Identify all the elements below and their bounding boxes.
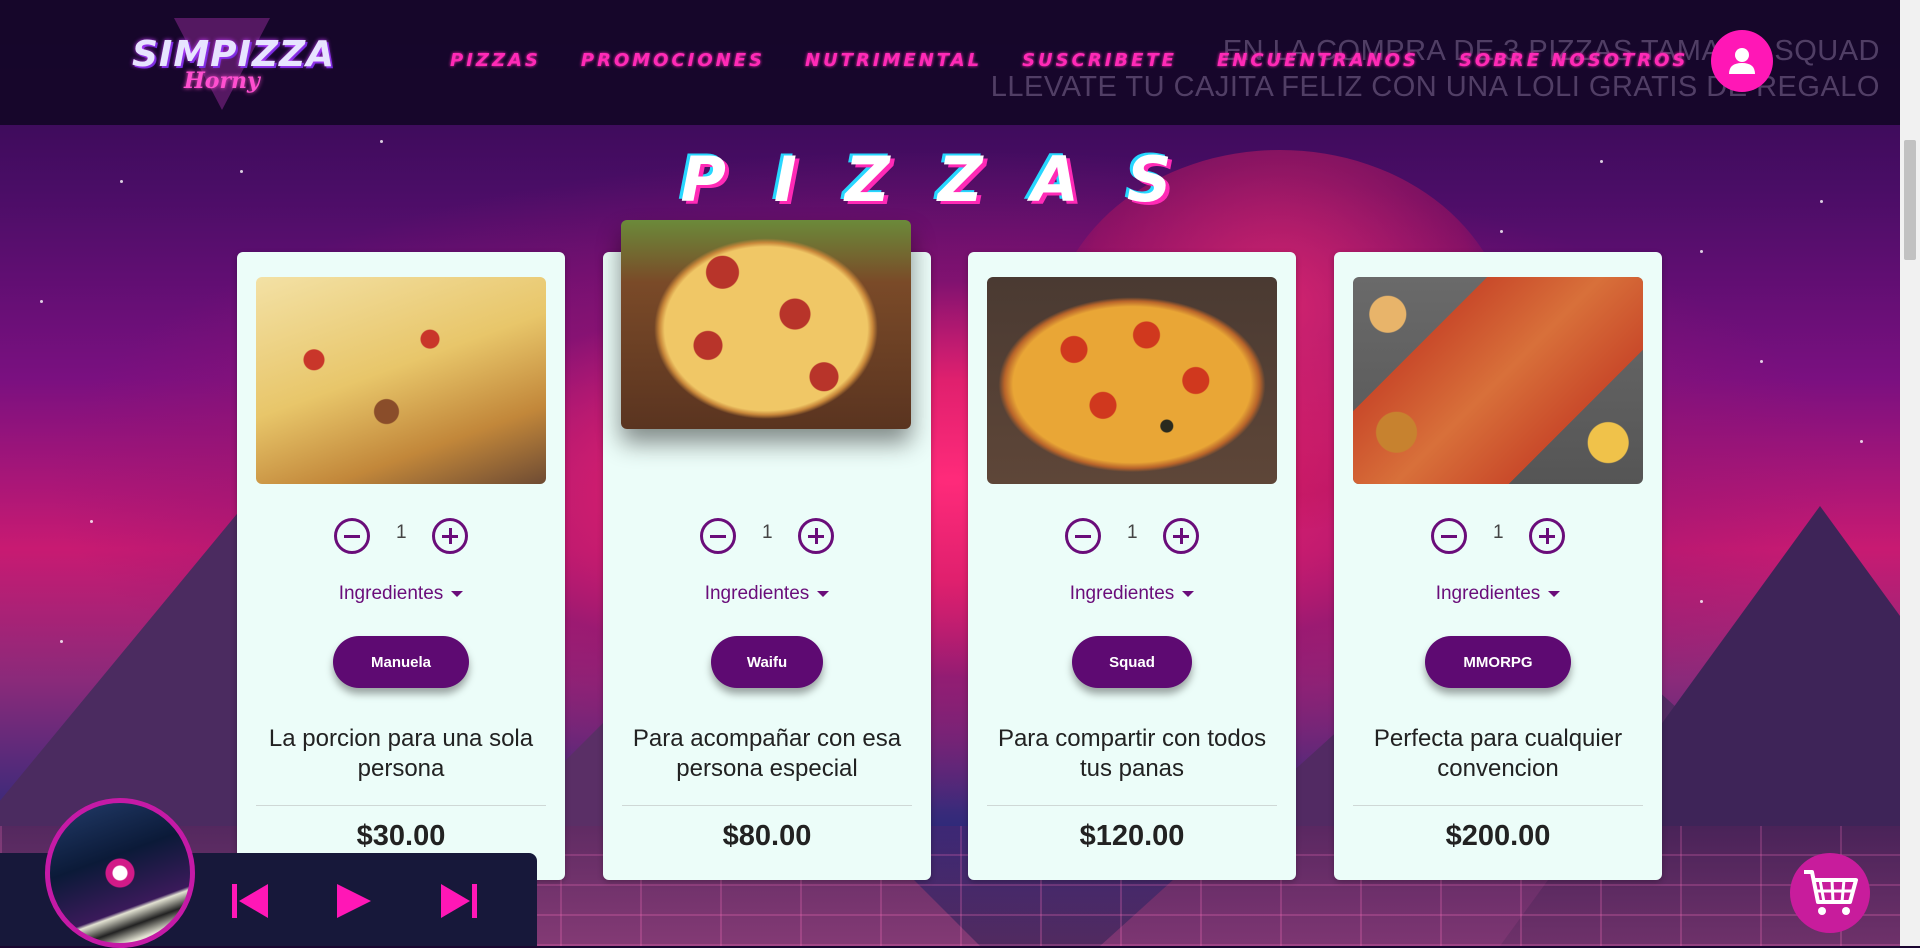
minus-icon[interactable] (1065, 518, 1101, 554)
site-logo[interactable]: SIMPIZZA Horny (132, 18, 334, 110)
scrollbar-thumb[interactable] (1904, 140, 1916, 260)
nav-promociones[interactable]: PROMOCIONES (581, 50, 765, 71)
party-pizza-combo-photo (1353, 277, 1643, 484)
user-avatar-button[interactable] (1711, 30, 1773, 92)
product-image[interactable] (256, 277, 546, 484)
plus-icon[interactable] (1163, 518, 1199, 554)
ingredients-label: Ingredientes (1069, 583, 1175, 604)
logo-sub-text: Horny (184, 68, 260, 94)
nav-nutrimental[interactable]: NUTRIMENTAL (805, 50, 982, 71)
quantity-stepper: 1 (968, 518, 1296, 554)
product-price: $80.00 (722, 820, 812, 852)
product-description: Perfecta para cualquier convencion (1373, 725, 1623, 782)
supreme-pizza-photo (987, 277, 1277, 484)
quantity-stepper: 1 (237, 518, 565, 554)
product-image[interactable] (621, 220, 911, 429)
page-scrollbar[interactable] (1900, 0, 1920, 946)
plus-icon[interactable] (432, 518, 468, 554)
ingredients-dropdown[interactable]: Ingredientes (968, 583, 1296, 605)
product-description: La porcion para una sola persona (268, 725, 534, 782)
product-description: Para acompañar con esa persona especial (632, 725, 902, 782)
quantity-stepper: 1 (603, 518, 931, 554)
caret-down-icon (451, 590, 464, 597)
product-name-button[interactable]: Waifu (711, 636, 823, 688)
product-card: 1 Ingredientes Waifu Para acompañar con … (603, 220, 931, 880)
ingredients-dropdown[interactable]: Ingredientes (237, 583, 565, 605)
quantity-value: 1 (762, 522, 773, 543)
divider (1353, 805, 1643, 806)
caret-down-icon (1548, 590, 1561, 597)
divider (622, 805, 912, 806)
product-price: $30.00 (356, 820, 446, 852)
minus-icon[interactable] (1431, 518, 1467, 554)
quantity-value: 1 (1493, 522, 1504, 543)
divider (256, 805, 546, 806)
product-card: 1 Ingredientes Manuela La porcion para u… (237, 252, 565, 880)
main-nav: PIZZAS PROMOCIONES NUTRIMENTAL SUSCRIBET… (450, 50, 1728, 71)
user-icon (1729, 48, 1755, 74)
quantity-value: 1 (1127, 522, 1138, 543)
product-name-button[interactable]: Manuela (333, 636, 469, 688)
divider (987, 805, 1277, 806)
pepperoni-pizza-photo (621, 220, 911, 429)
synthwave-album-art[interactable] (45, 798, 195, 948)
product-name-button[interactable]: MMORPG (1425, 636, 1571, 688)
nav-suscribete[interactable]: SUSCRIBETE (1022, 50, 1177, 71)
plus-icon[interactable] (1529, 518, 1565, 554)
cart-icon (1804, 870, 1858, 915)
product-image[interactable] (987, 277, 1277, 484)
minus-icon[interactable] (700, 518, 736, 554)
ingredients-dropdown[interactable]: Ingredientes (1334, 583, 1662, 605)
product-price: $200.00 (1445, 820, 1551, 852)
caret-down-icon (817, 590, 830, 597)
product-card: 1 Ingredientes Squad Para compartir con … (968, 252, 1296, 880)
product-name-button[interactable]: Squad (1072, 636, 1192, 688)
nav-encuentranos[interactable]: ENCUENTRANOS (1217, 50, 1419, 71)
caret-down-icon (1182, 590, 1195, 597)
ingredients-dropdown[interactable]: Ingredientes (603, 583, 931, 605)
ingredients-label: Ingredientes (704, 583, 810, 604)
ingredients-label: Ingredientes (1435, 583, 1541, 604)
nav-sobre-nosotros[interactable]: SOBRE NOSOTROS (1459, 50, 1688, 71)
product-image[interactable] (1353, 277, 1643, 484)
nav-pizzas[interactable]: PIZZAS (450, 50, 541, 71)
plus-icon[interactable] (798, 518, 834, 554)
section-title: PIZZAS (680, 143, 1220, 216)
minus-icon[interactable] (334, 518, 370, 554)
quantity-stepper: 1 (1334, 518, 1662, 554)
ingredients-label: Ingredientes (338, 583, 444, 604)
quantity-value: 1 (396, 522, 407, 543)
product-description: Para compartir con todos tus panas (997, 725, 1267, 782)
next-icon[interactable] (437, 880, 479, 922)
pizza-slice-photo (256, 277, 546, 484)
previous-icon[interactable] (230, 880, 272, 922)
product-card: 1 Ingredientes MMORPG Perfecta para cual… (1334, 252, 1662, 880)
cart-button[interactable] (1790, 853, 1870, 933)
site-header: SIMPIZZA Horny EN LA COMPRA DE 3 PIZZAS … (0, 0, 1900, 125)
product-price: $120.00 (1079, 820, 1185, 852)
play-icon[interactable] (333, 880, 375, 922)
